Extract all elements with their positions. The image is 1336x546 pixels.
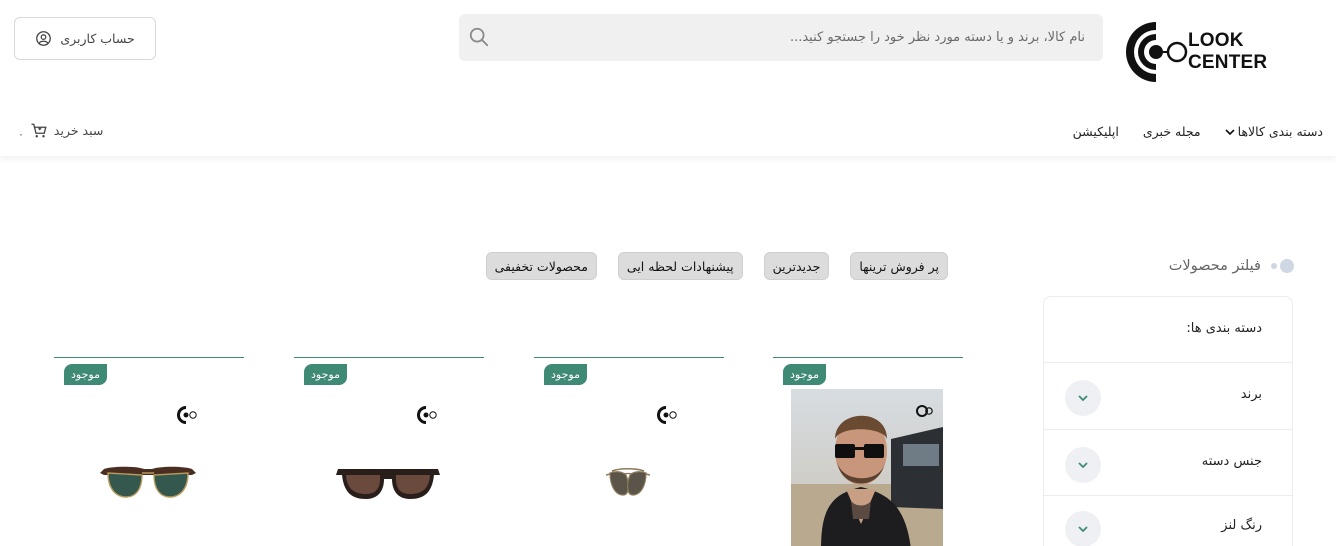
filter-row-frame-material[interactable]: جنس دسته — [1044, 430, 1292, 496]
product-image-clubmaster-sunglasses[interactable] — [72, 389, 224, 546]
product-image-square-sunglasses[interactable] — [312, 389, 464, 546]
aviator-sunglasses-image — [605, 467, 651, 496]
search-bar — [459, 14, 1103, 61]
stock-badge: موجود — [304, 364, 347, 385]
main-nav: دسته بندی کالاها مجله خبری اپلیکیشن — [1073, 124, 1323, 139]
sort-tabs: پر فروش ترینها جدیدترین پیشنهادات لحظه ا… — [485, 252, 948, 280]
filter-row-lens-color[interactable]: رنگ لنز — [1044, 496, 1292, 546]
filter-title: فیلتر محصولات — [1169, 258, 1294, 274]
expand-frame-material-button[interactable] — [1065, 447, 1101, 483]
product-card[interactable]: موجود — [294, 357, 484, 546]
filter-row-brand[interactable]: برند — [1044, 363, 1292, 430]
look-center-logo-icon — [1126, 22, 1188, 82]
account-label: حساب کاربری — [60, 31, 135, 46]
chevron-down-icon — [1078, 395, 1088, 402]
product-image-model-photo[interactable] — [791, 389, 943, 546]
filter-row-label: برند — [1240, 387, 1262, 402]
site-header: LOOK CENTER حساب کاربری دسته بندی کالاها — [0, 0, 1336, 156]
cart-count: ۰ — [18, 128, 24, 141]
product-image-aviator-sunglasses[interactable] — [552, 389, 704, 546]
filter-dots-icon — [1271, 259, 1294, 273]
shopping-cart-icon — [31, 123, 47, 137]
tab-flash-offers[interactable]: پیشنهادات لحظه ایی — [617, 252, 743, 280]
nav-application[interactable]: اپلیکیشن — [1073, 124, 1119, 139]
nav-categories-label: دسته بندی کالاها — [1237, 124, 1323, 139]
expand-lens-color-button[interactable] — [1065, 511, 1101, 546]
stock-badge: موجود — [783, 364, 826, 385]
site-logo[interactable]: LOOK CENTER — [1122, 18, 1322, 86]
look-center-mini-logo-icon — [176, 406, 197, 424]
filter-title-text: فیلتر محصولات — [1168, 258, 1261, 274]
user-icon — [36, 31, 52, 46]
look-center-mini-logo-icon — [656, 406, 677, 424]
filter-panel: دسته بندی ها: برند جنس دسته رنگ لنز — [1043, 296, 1293, 546]
filter-row-label: دسته بندی ها: — [1186, 321, 1262, 336]
cart-label: سبد خرید — [53, 123, 104, 138]
page: LOOK CENTER حساب کاربری دسته بندی کالاها — [0, 0, 1336, 546]
nav-magazine[interactable]: مجله خبری — [1143, 124, 1201, 139]
chevron-down-icon — [1225, 128, 1235, 135]
account-button[interactable]: حساب کاربری — [14, 17, 156, 60]
product-card[interactable]: موجود — [534, 357, 724, 546]
product-card[interactable]: موجود — [773, 357, 963, 546]
filter-row-label: جنس دسته — [1201, 454, 1262, 469]
search-input[interactable] — [503, 14, 1093, 61]
logo-text: LOOK CENTER — [1188, 30, 1268, 73]
filter-row-categories: دسته بندی ها: — [1044, 297, 1292, 363]
nav-application-label: اپلیکیشن — [1072, 124, 1119, 139]
product-card[interactable]: موجود — [54, 357, 244, 546]
square-sunglasses-image — [336, 469, 440, 499]
expand-brand-button[interactable] — [1065, 380, 1101, 416]
clubmaster-sunglasses-image — [100, 466, 196, 498]
cart-button[interactable]: سبد خرید ۰ — [18, 120, 103, 141]
tab-discounted[interactable]: محصولات تخفیفی — [485, 252, 597, 280]
search-icon[interactable] — [468, 26, 490, 48]
tab-best-sellers[interactable]: پر فروش ترینها — [850, 252, 948, 280]
stock-badge: موجود — [64, 364, 107, 385]
chevron-down-icon — [1078, 462, 1088, 469]
stock-badge: موجود — [544, 364, 587, 385]
look-center-mini-logo-icon — [416, 406, 437, 424]
tab-newest[interactable]: جدیدترین — [763, 252, 830, 280]
nav-categories[interactable]: دسته بندی کالاها — [1225, 124, 1323, 139]
filter-row-label: رنگ لنز — [1221, 518, 1262, 533]
nav-magazine-label: مجله خبری — [1142, 124, 1201, 139]
chevron-down-icon — [1078, 526, 1088, 533]
